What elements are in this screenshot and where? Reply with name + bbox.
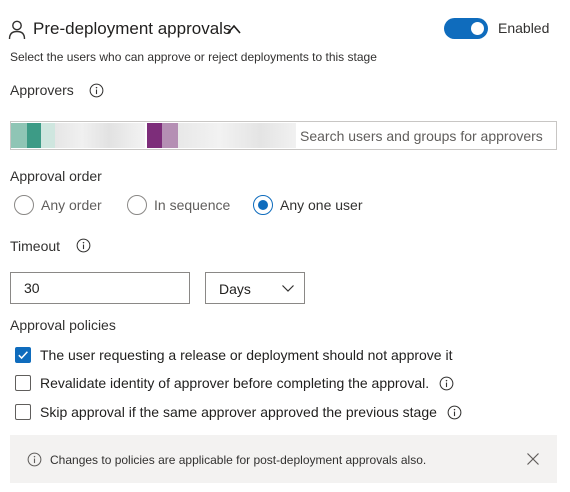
- timeout-label: Timeout: [10, 238, 61, 254]
- person-icon: [8, 20, 26, 40]
- approver-chip[interactable]: [178, 123, 296, 148]
- timeout-value-input[interactable]: [10, 272, 190, 304]
- approver-avatar[interactable]: [147, 123, 162, 148]
- info-message-bar: Changes to policies are applicable for p…: [10, 435, 557, 483]
- policy-row: The user requesting a release or deploym…: [15, 347, 452, 363]
- chevron-up-icon[interactable]: [226, 23, 242, 35]
- policy-checkbox[interactable]: [15, 404, 31, 420]
- policy-label: The user requesting a release or deploym…: [40, 347, 453, 363]
- info-icon[interactable]: [76, 238, 91, 253]
- policy-label: Revalidate identity of approver before c…: [40, 375, 430, 391]
- info-icon[interactable]: [439, 376, 454, 391]
- policy-row: Skip approval if the same approver appro…: [15, 404, 462, 420]
- toggle-knob: [471, 22, 484, 35]
- approver-chip[interactable]: [55, 123, 145, 148]
- info-message-text: Changes to policies are applicable for p…: [50, 453, 427, 467]
- approval-order-label: Approval order: [10, 168, 102, 184]
- approvers-picker[interactable]: [10, 121, 557, 150]
- radio-circle[interactable]: [127, 195, 147, 215]
- timeout-unit-dropdown[interactable]: Days: [205, 272, 305, 304]
- approver-search-input[interactable]: [296, 122, 556, 149]
- radio-any-order[interactable]: Any order: [14, 195, 102, 215]
- info-icon: [27, 452, 42, 467]
- approver-avatar[interactable]: [162, 123, 178, 148]
- radio-label: Any order: [41, 197, 102, 213]
- section-description: Select the users who can approve or reje…: [10, 50, 377, 64]
- policy-checkbox-checked[interactable]: [15, 347, 31, 363]
- section-title: Pre-deployment approvals: [33, 19, 232, 38]
- policy-label: Skip approval if the same approver appro…: [40, 404, 437, 420]
- approver-avatar[interactable]: [11, 123, 27, 148]
- info-icon[interactable]: [89, 83, 104, 98]
- radio-any-one-user[interactable]: Any one user: [253, 195, 363, 215]
- approval-policies-label: Approval policies: [10, 317, 116, 333]
- info-icon[interactable]: [447, 405, 462, 420]
- policy-row: Revalidate identity of approver before c…: [15, 375, 454, 391]
- radio-label: In sequence: [154, 197, 231, 213]
- approvers-label: Approvers: [10, 82, 74, 98]
- radio-in-sequence[interactable]: In sequence: [127, 195, 230, 215]
- timeout-unit-value: Days: [219, 281, 251, 297]
- policy-checkbox[interactable]: [15, 375, 31, 391]
- approver-avatar[interactable]: [27, 123, 41, 148]
- chevron-down-icon: [282, 285, 294, 292]
- toggle-label: Enabled: [498, 20, 550, 36]
- radio-circle[interactable]: [14, 195, 34, 215]
- enabled-toggle[interactable]: [444, 18, 488, 39]
- check-icon: [18, 351, 28, 360]
- approver-avatar[interactable]: [41, 123, 55, 148]
- radio-label: Any one user: [280, 197, 363, 213]
- radio-circle-selected[interactable]: [253, 195, 273, 215]
- close-icon[interactable]: [526, 452, 540, 466]
